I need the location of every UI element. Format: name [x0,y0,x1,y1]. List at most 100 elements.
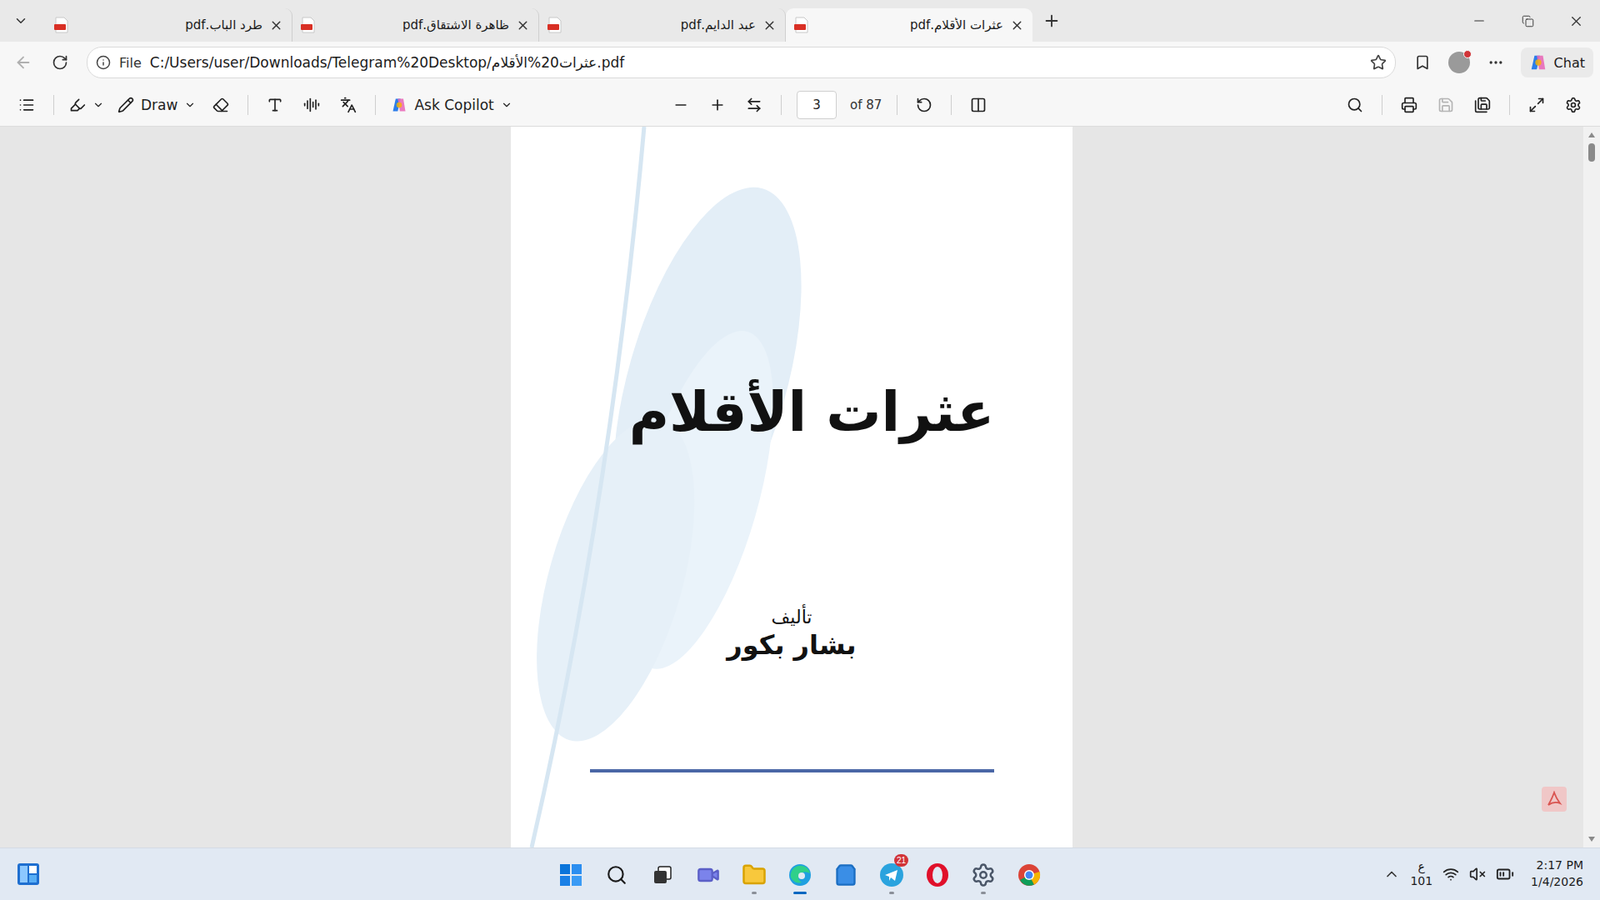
page-view-button[interactable] [961,89,995,121]
plus-icon [1042,11,1061,30]
favorites-button[interactable] [1405,47,1440,78]
address-scheme: File [119,55,142,71]
read-aloud-button[interactable] [295,89,329,121]
fullscreen-icon [1528,96,1545,114]
app-indicator [1026,891,1032,895]
taskbar-app[interactable] [688,850,729,898]
fit-width-button[interactable] [737,89,771,121]
close-tab-icon[interactable] [515,18,530,33]
close-icon [1568,13,1585,30]
close-tab-icon[interactable] [762,18,777,33]
save-button[interactable] [1429,89,1463,121]
contents-button[interactable] [10,89,44,121]
draw-button[interactable]: Draw [112,89,201,121]
scroll-track[interactable] [1583,143,1600,831]
document-title: عثرات الأقلام [629,376,995,449]
zoom-out-button[interactable] [664,89,698,121]
clock[interactable]: 2:17 PM1/4/2026 [1524,857,1590,890]
taskbar-app[interactable] [963,850,1004,898]
app-indicator [980,891,986,895]
taskbar-app[interactable] [917,850,958,898]
input-indicator[interactable]: ع101 [1410,860,1433,890]
chat-label: Chat [1554,55,1585,71]
pen-icon [117,96,135,114]
save-as-button[interactable] [1465,89,1500,121]
star-icon[interactable] [1370,54,1387,71]
tab-actions-button[interactable] [0,4,42,38]
widgets-icon[interactable] [16,862,40,886]
back-button[interactable] [6,47,40,78]
scroll-up-button[interactable] [1588,126,1595,144]
taskbar-left [0,862,551,886]
address-url: C:/Users/user/Downloads/Telegram%20Deskt… [150,54,1362,71]
taskbar-app[interactable]: 21 [871,850,912,898]
taskbar-app[interactable] [825,850,866,898]
ask-copilot-button[interactable]: Ask Copilot [385,89,517,121]
info-icon [95,55,111,70]
address-field[interactable]: File C:/Users/user/Downloads/Telegram%20D… [86,46,1396,79]
pdf-toolbar: DrawAsk Copilotof 87 [0,83,1600,127]
close-window-button[interactable] [1551,4,1600,38]
show-hidden-icons-icon[interactable] [1383,865,1400,883]
reload-button[interactable] [43,47,77,78]
restore-button[interactable] [1503,4,1552,38]
taskbar-app[interactable] [780,850,820,898]
notification-badge: 21 [894,854,909,867]
fullscreen-button[interactable] [1520,89,1554,121]
close-tab-icon[interactable] [1010,18,1025,33]
taskbar: 21 ع101 2:17 PM1/4/2026 [0,847,1600,900]
scroll-down-button[interactable] [1588,830,1595,848]
edge-icon [787,862,813,888]
chevron-down-icon [184,99,196,111]
taskbar-app[interactable] [642,850,683,898]
chevron-down-icon [500,99,513,111]
rotate-button[interactable] [907,89,941,121]
chat-button[interactable]: Chat [1520,47,1594,78]
browser-tab[interactable]: عبد الدايم.pdf [539,8,786,42]
acrobat-button[interactable] [1541,786,1567,812]
draw-label: Draw [140,96,178,114]
taskbar-app[interactable] [1009,850,1050,898]
more-button[interactable] [1479,47,1513,78]
print-button[interactable] [1392,89,1426,121]
scroll-thumb[interactable] [1588,143,1595,162]
translate-button[interactable] [331,89,365,121]
app-indicator [614,890,620,893]
triangle-down-icon [1588,836,1595,842]
volume-muted-icon[interactable] [1469,865,1486,883]
taskbar-app[interactable] [550,850,591,898]
pdf-page: عثرات الأقلامتأليفبشار بكور [510,126,1073,848]
erase-button[interactable] [204,89,238,121]
taskbar-app[interactable] [596,850,637,898]
page-number-input[interactable] [796,90,837,120]
eraser-icon [212,96,230,114]
taskbar-app[interactable] [734,850,775,898]
pdf-file-icon [300,16,316,34]
browser-tab[interactable]: طرد الباب.pdf [45,8,293,42]
add-text-button[interactable] [258,89,292,121]
browser-tab[interactable]: عثرات الأقلام.pdf [785,8,1033,42]
find-button[interactable] [1338,89,1372,121]
triangle-up-icon [1588,132,1595,138]
pdf-file-icon [547,16,563,34]
close-tab-icon[interactable] [269,18,284,33]
browser-tab[interactable]: ظاهرة الاشتقاق.pdf [292,8,540,42]
scrollbar[interactable] [1583,126,1600,848]
pdf-tools-right [995,89,1590,121]
document-byline: تأليف [771,606,813,628]
profile-button[interactable] [1442,47,1476,78]
highlight-button[interactable] [64,89,110,121]
pdf-settings-button[interactable] [1556,89,1590,121]
ellipsis-icon [1487,54,1505,71]
clock-time: 2:17 PM [1536,857,1584,875]
battery-icon[interactable] [1495,865,1515,884]
zoom-in-button[interactable] [700,89,735,121]
search-icon [605,864,628,886]
wifi-icon[interactable] [1442,865,1460,883]
app-indicator [793,891,807,895]
window-controls [1455,4,1600,38]
tab-title: عثرات الأقلام.pdf [815,17,1004,33]
new-tab-button[interactable] [1032,4,1071,38]
pdf-tools-left: Draw Ask Copilot [10,89,665,121]
minimize-button[interactable] [1455,4,1504,38]
